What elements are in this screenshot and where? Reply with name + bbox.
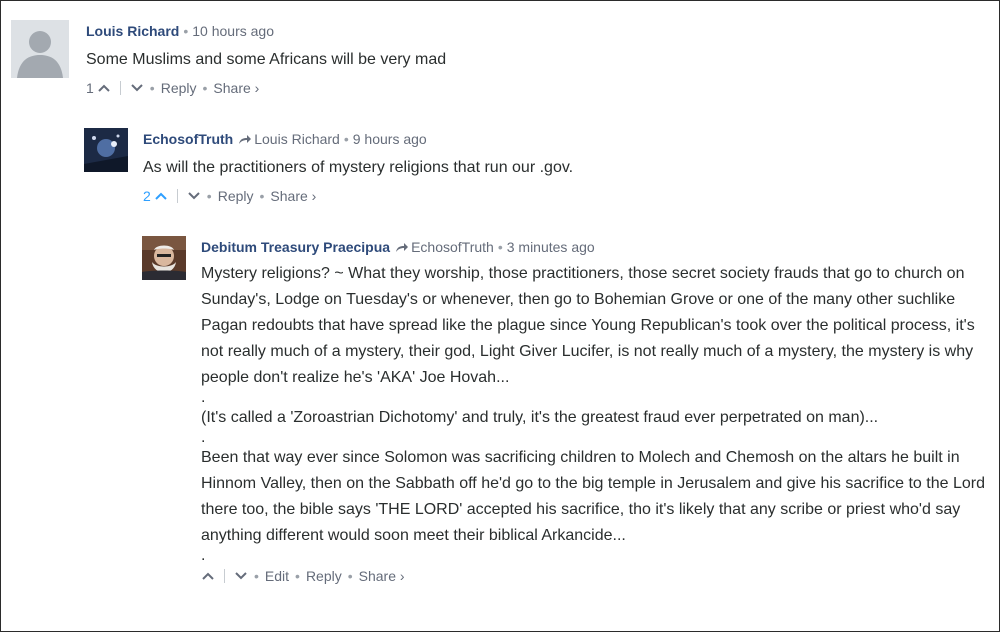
comment-paragraph: Mystery religions? ~ What they worship, … bbox=[201, 265, 975, 387]
comment-header: Louis Richard • 10 hours ago bbox=[86, 22, 966, 40]
reply-arrow-icon bbox=[238, 131, 252, 149]
debitum-avatar[interactable] bbox=[142, 236, 186, 280]
vote-divider bbox=[119, 81, 121, 95]
downvote-icon[interactable] bbox=[130, 79, 144, 97]
downvote-icon[interactable] bbox=[187, 187, 201, 205]
separator-dot: • bbox=[295, 568, 300, 585]
reply-arrow-icon bbox=[395, 239, 409, 257]
comment-paragraph: (It's called a 'Zoroastrian Dichotomy' a… bbox=[201, 409, 879, 427]
separator-dot: • bbox=[202, 80, 208, 96]
default-avatar[interactable] bbox=[11, 20, 69, 78]
separator-dot: • bbox=[183, 23, 189, 39]
separator-dot: • bbox=[149, 80, 155, 96]
comment-paragraph: . bbox=[201, 389, 206, 407]
separator-dot: • bbox=[254, 568, 259, 585]
comment-paragraph: . bbox=[201, 429, 206, 447]
reply-link[interactable]: Reply bbox=[218, 187, 254, 205]
separator-dot: • bbox=[343, 131, 349, 147]
author-name[interactable]: Debitum Treasury Praecipua bbox=[201, 239, 390, 255]
user-silhouette-icon bbox=[11, 20, 69, 78]
separator-dot: • bbox=[497, 239, 503, 255]
upvote-icon[interactable] bbox=[201, 567, 215, 585]
vote-count: 2 bbox=[143, 188, 151, 205]
share-link[interactable]: Share › bbox=[213, 79, 259, 97]
comment-text: Some Muslims and some Africans will be v… bbox=[86, 47, 966, 73]
vote-divider bbox=[176, 189, 178, 204]
avatar-image-icon bbox=[84, 128, 128, 172]
author-name[interactable]: EchosofTruth bbox=[143, 131, 233, 147]
comment-text: Mystery religions? ~ What they worship, … bbox=[201, 261, 989, 565]
share-link[interactable]: Share › bbox=[270, 187, 316, 205]
separator-dot: • bbox=[206, 188, 212, 205]
downvote-icon[interactable] bbox=[234, 567, 248, 585]
author-name[interactable]: Louis Richard bbox=[86, 23, 179, 39]
timestamp[interactable]: 3 minutes ago bbox=[507, 239, 595, 255]
reply-link[interactable]: Reply bbox=[161, 79, 197, 97]
timestamp[interactable]: 10 hours ago bbox=[192, 23, 274, 39]
edit-link[interactable]: Edit bbox=[265, 567, 289, 585]
comment-paragraph: Some Muslims and some Africans will be v… bbox=[86, 51, 447, 68]
upvote-icon[interactable] bbox=[154, 187, 168, 205]
vote-count: 1 bbox=[86, 80, 94, 96]
parent-author[interactable]: Louis Richard bbox=[254, 131, 340, 147]
avatar-image-icon bbox=[142, 236, 186, 280]
upvote-icon[interactable] bbox=[97, 79, 111, 97]
comment-paragraph: . bbox=[201, 547, 206, 565]
vote-divider bbox=[224, 569, 225, 584]
reply-link[interactable]: Reply bbox=[306, 567, 342, 585]
comment-actions: 2 • Reply • Share › bbox=[143, 187, 983, 205]
timestamp[interactable]: 9 hours ago bbox=[353, 131, 427, 147]
comment-text: As will the practitioners of mystery rel… bbox=[143, 155, 983, 181]
separator-dot: • bbox=[347, 568, 353, 585]
comment-header: EchosofTruth Louis Richard • 9 hours ago bbox=[143, 130, 983, 149]
comment-header: Debitum Treasury Praecipua EchosofTruth • 3… bbox=[201, 238, 991, 257]
echosoftruth-avatar[interactable] bbox=[84, 128, 128, 172]
separator-dot: • bbox=[259, 188, 265, 205]
share-link[interactable]: Share › bbox=[359, 567, 405, 585]
comment-paragraph: As will the practitioners of mystery rel… bbox=[143, 159, 574, 177]
comment-actions: • Edit • Reply • Share › bbox=[201, 567, 991, 585]
parent-author[interactable]: EchosofTruth bbox=[411, 239, 494, 255]
comment-paragraph: Been that way ever since Solomon was sac… bbox=[201, 449, 985, 545]
comment-actions: 1 • Reply • Share › bbox=[86, 79, 966, 97]
